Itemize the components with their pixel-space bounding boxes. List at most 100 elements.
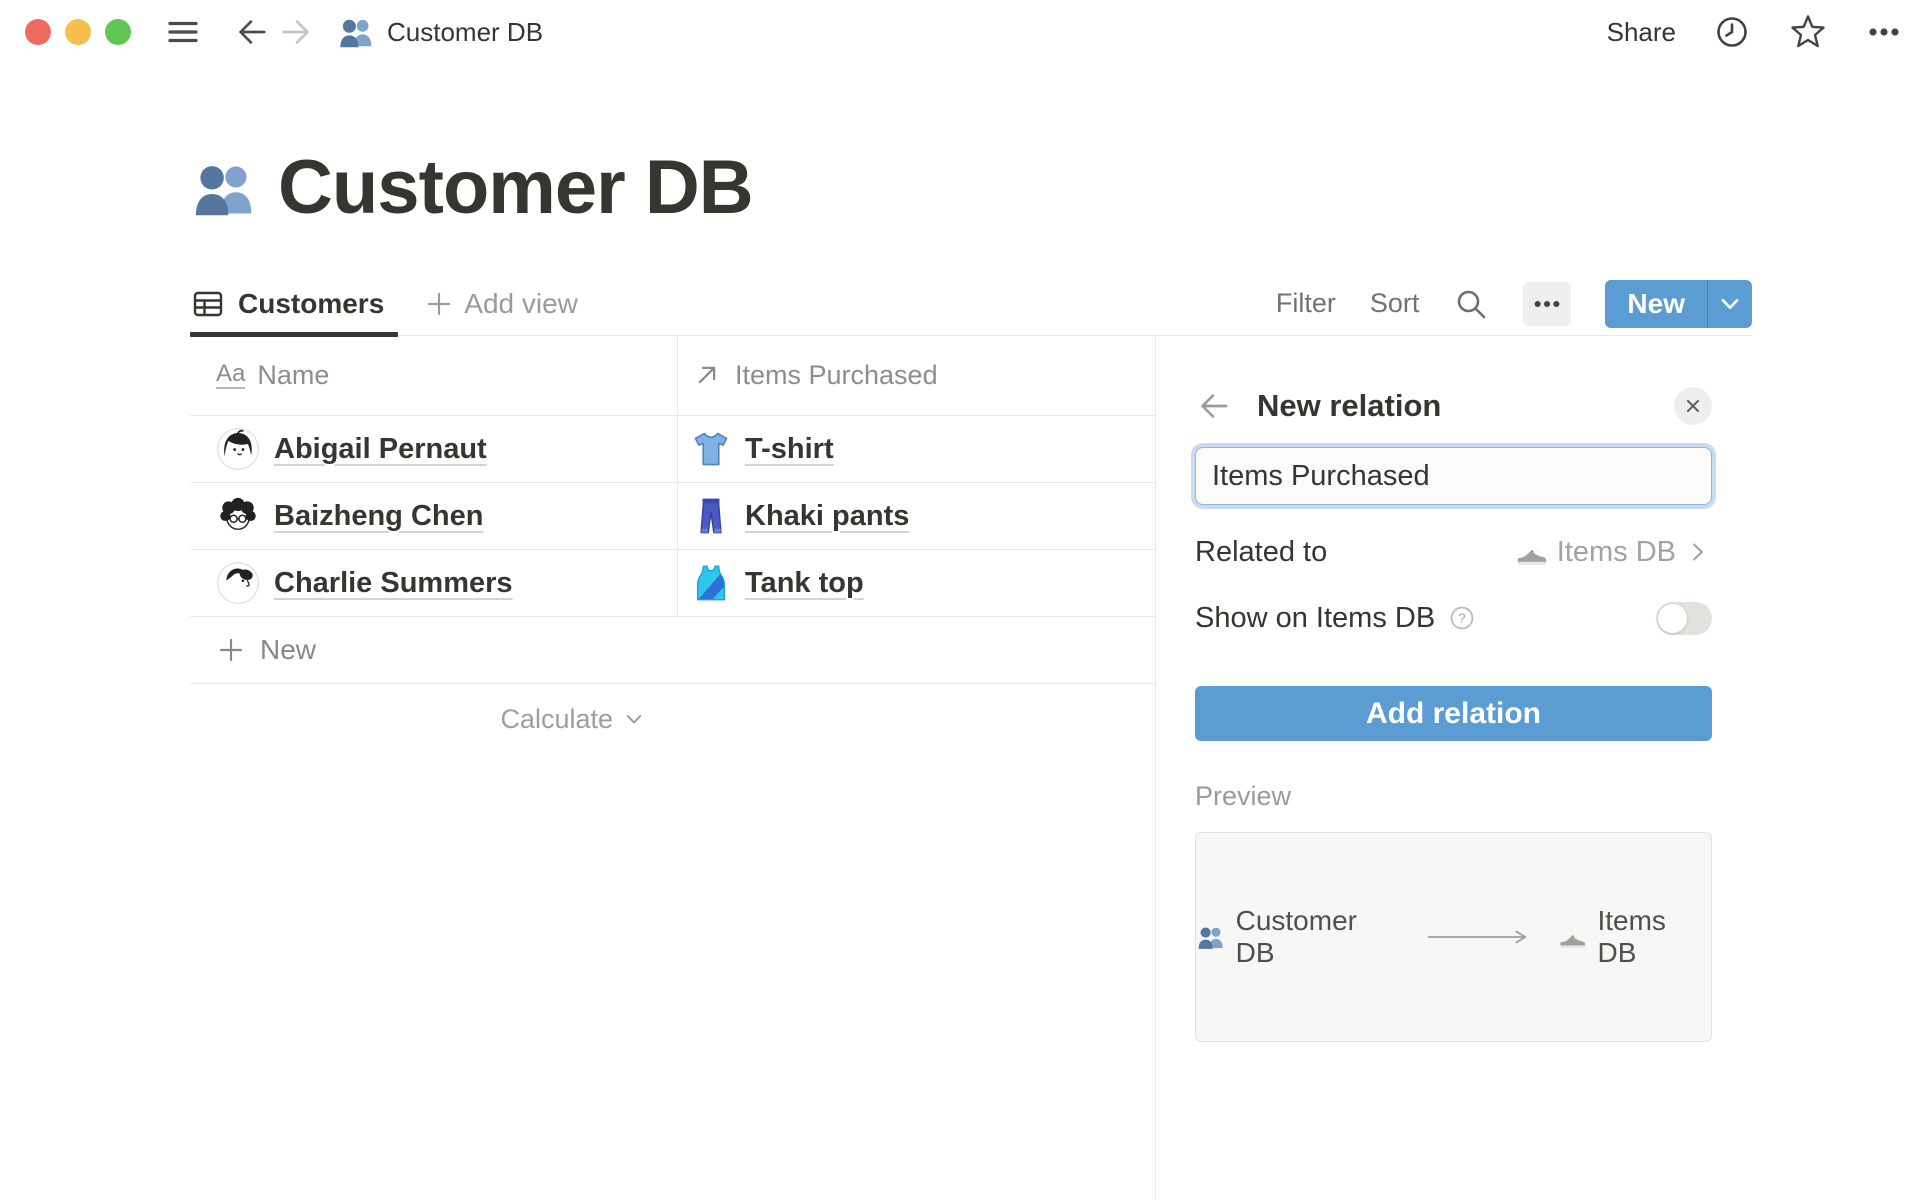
sort-button[interactable]: Sort [1370,288,1420,319]
avatar [216,561,260,605]
customers-table: Aa Name Items Purchased Abigail Pernaut … [190,335,1155,754]
chevron-right-icon [1684,538,1712,566]
panel-divider [1155,335,1156,1200]
new-row-button[interactable]: New [190,617,1155,684]
close-window-button[interactable] [25,19,51,45]
tab-customers-label: Customers [238,288,384,320]
column-header-items-label: Items Purchased [735,360,938,391]
relation-direction-arrow-icon [1425,927,1534,947]
related-to-row: Related to Items DB [1195,533,1712,571]
preview-section-label: Preview [1195,781,1712,812]
preview-source-label: Customer DB [1236,905,1402,969]
window-titlebar: Customer DB Share [0,0,1920,64]
traffic-lights [25,19,131,45]
ellipsis-icon [1530,287,1564,321]
plus-icon [216,635,246,665]
name-cell[interactable]: Baizheng Chen [190,483,677,549]
toggle-knob [1658,604,1687,633]
avatar [216,494,260,538]
share-button[interactable]: Share [1607,17,1676,48]
items-cell[interactable]: T-shirt [677,416,1155,482]
calculate-label: Calculate [500,704,613,735]
add-view-label: Add view [464,288,578,320]
new-row-label: New [260,634,316,666]
calculate-row: Calculate [190,684,677,754]
show-on-toggle[interactable] [1656,602,1712,635]
table-row: Charlie Summers Tank top [190,550,1155,617]
relation-arrow-icon [691,359,723,391]
star-icon[interactable] [1788,12,1828,52]
tanktop-icon [691,563,731,603]
back-arrow-icon[interactable] [1195,389,1229,423]
preview-target: Items DB [1558,905,1711,969]
column-header-items-purchased[interactable]: Items Purchased [677,335,1155,415]
ellipsis-icon[interactable] [1864,12,1904,52]
customer-name-link[interactable]: Abigail Pernaut [274,433,487,466]
new-relation-panel: New relation Related to Items DB Show on… [1195,386,1712,1042]
customer-name-link[interactable]: Baizheng Chen [274,500,483,533]
add-relation-button[interactable]: Add relation [1195,686,1712,741]
tab-customers[interactable]: Customers [190,272,398,335]
show-on-label: Show on Items DB [1195,602,1435,635]
view-options-button[interactable] [1523,282,1571,326]
clock-icon[interactable] [1712,12,1752,52]
table-row: Baizheng Chen Khaki pants [190,483,1155,550]
preview-target-label: Items DB [1597,905,1711,969]
close-panel-button[interactable] [1674,387,1712,425]
filter-button[interactable]: Filter [1276,288,1336,319]
page-title: Customer DB [190,138,753,238]
column-header-name-label: Name [257,360,329,391]
preview-source: Customer DB [1196,905,1401,969]
table-header-row: Aa Name Items Purchased [190,335,1155,416]
table-icon [190,286,226,322]
plus-icon [424,289,454,319]
column-divider[interactable] [677,335,678,617]
item-link[interactable]: Tank top [745,567,864,600]
relation-name-input[interactable] [1195,447,1712,505]
people-icon [337,13,375,51]
question-icon[interactable] [1447,603,1477,633]
avatar [216,427,260,471]
items-cell[interactable]: Tank top [677,550,1155,616]
panel-header: New relation [1195,386,1712,426]
name-cell[interactable]: Charlie Summers [190,550,677,616]
relation-preview-box: Customer DB Items DB [1195,832,1712,1042]
breadcrumb[interactable]: Customer DB [337,13,543,51]
chevron-down-icon [1715,289,1745,319]
customer-name-link[interactable]: Charlie Summers [274,567,513,600]
panel-title: New relation [1257,388,1441,424]
back-button[interactable] [233,15,267,49]
people-icon [1196,922,1226,952]
sidebar-toggle-button[interactable] [165,14,201,50]
add-view-button[interactable]: Add view [424,288,578,320]
items-cell[interactable]: Khaki pants [677,483,1155,549]
table-row: Abigail Pernaut T-shirt [190,416,1155,483]
breadcrumb-title: Customer DB [387,17,543,48]
sneaker-icon [1515,535,1549,569]
forward-button[interactable] [281,15,315,49]
name-cell[interactable]: Abigail Pernaut [190,416,677,482]
related-to-select[interactable]: Items DB [1515,535,1712,569]
page-title-text[interactable]: Customer DB [278,138,753,238]
related-to-label: Related to [1195,536,1327,569]
item-link[interactable]: Khaki pants [745,500,909,533]
zoom-window-button[interactable] [105,19,131,45]
text-aa-icon: Aa [216,362,245,389]
close-icon [1680,393,1706,419]
new-button-group: New [1605,280,1752,328]
related-to-value: Items DB [1557,536,1676,569]
people-icon[interactable] [190,154,258,222]
new-button[interactable]: New [1605,280,1707,328]
sneaker-icon [1558,922,1588,952]
search-icon[interactable] [1453,286,1489,322]
minimize-window-button[interactable] [65,19,91,45]
chevron-down-icon [621,706,647,732]
item-link[interactable]: T-shirt [745,433,834,466]
show-on-row: Show on Items DB [1195,599,1712,637]
jeans-icon [691,496,731,536]
view-toolbar: Customers Add view Filter Sort New [190,272,1752,336]
column-header-name[interactable]: Aa Name [190,335,677,415]
new-dropdown-button[interactable] [1708,280,1752,328]
calculate-button[interactable]: Calculate [500,704,647,735]
tshirt-icon [691,429,731,469]
